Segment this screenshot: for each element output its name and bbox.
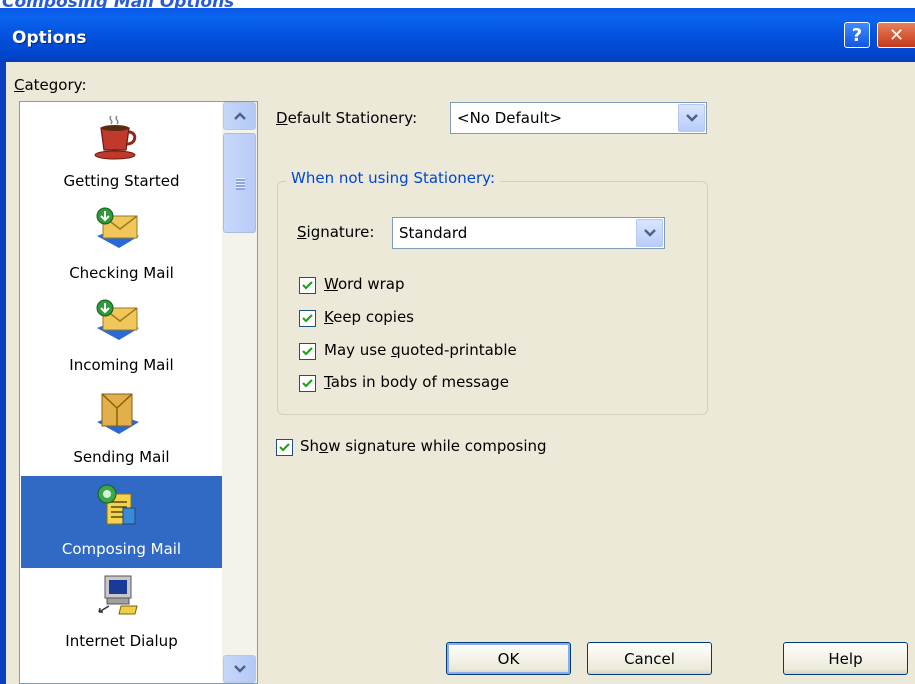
category-item-sending-mail[interactable]: Sending Mail (21, 384, 222, 476)
category-list[interactable]: Getting Started Checking Mail Incoming M… (19, 101, 258, 684)
chevron-down-icon (643, 229, 656, 237)
tabs-in-body-checkbox[interactable] (299, 375, 316, 392)
category-item-internet-dialup[interactable]: Internet Dialup (21, 568, 222, 660)
group-title: When not using Stationery: (286, 169, 501, 187)
signature-label: Signature: (297, 223, 375, 241)
stationery-dropdown-button[interactable] (678, 104, 705, 132)
default-stationery-value: <No Default> (457, 109, 563, 127)
chevron-down-icon (685, 114, 698, 122)
category-item-label: Incoming Mail (69, 356, 174, 374)
scroll-down-button[interactable] (223, 655, 256, 683)
scroll-thumb[interactable] (223, 133, 256, 233)
chevron-up-icon (233, 112, 246, 120)
category-item-label: Getting Started (63, 172, 180, 190)
sending-mail-icon (97, 393, 139, 434)
chevron-down-icon (233, 665, 246, 673)
keep-copies-label[interactable]: Keep copies (324, 308, 414, 326)
dialog-title: Options (12, 28, 87, 48)
help-button[interactable]: Help (783, 642, 908, 675)
category-item-checking-mail[interactable]: Checking Mail (21, 200, 222, 292)
composing-mail-icon (97, 484, 136, 525)
tabs-in-body-label[interactable]: Tabs in body of message (324, 373, 509, 391)
coffee-cup-icon (94, 115, 137, 160)
incoming-mail-icon (96, 299, 139, 340)
checkmark-icon (302, 281, 313, 290)
category-item-label: Sending Mail (73, 448, 170, 466)
signature-value: Standard (399, 224, 468, 242)
scroll-grip (236, 178, 245, 190)
dialog-client-area: Category: Getting Started Checking Mail … (6, 62, 915, 684)
show-signature-checkbox[interactable] (276, 439, 293, 456)
category-item-label: Internet Dialup (65, 632, 178, 650)
close-button[interactable]: ✕ (877, 22, 915, 48)
cancel-button[interactable]: Cancel (587, 642, 712, 675)
quoted-printable-label[interactable]: May use quoted-printable (324, 341, 517, 359)
word-wrap-label[interactable]: Word wrap (324, 275, 404, 293)
default-stationery-label: Default Stationery: (276, 109, 418, 127)
show-signature-label[interactable]: Show signature while composing (300, 437, 547, 455)
signature-dropdown-button[interactable] (636, 219, 663, 247)
checkmark-icon (279, 443, 290, 452)
category-item-getting-started[interactable]: Getting Started (21, 108, 222, 200)
category-item-label: Checking Mail (69, 264, 174, 282)
category-label: Category: (14, 76, 87, 94)
category-item-label: Composing Mail (61, 540, 182, 558)
signature-select[interactable]: Standard (392, 217, 665, 249)
help-title-button[interactable]: ? (844, 22, 870, 48)
internet-dialup-icon (98, 575, 138, 615)
category-scrollbar[interactable] (222, 102, 257, 683)
word-wrap-checkbox[interactable] (299, 277, 316, 294)
scroll-up-button[interactable] (223, 102, 256, 130)
category-item-incoming-mail[interactable]: Incoming Mail (21, 292, 222, 384)
check-mail-icon (96, 207, 139, 248)
checkmark-icon (302, 314, 313, 323)
keep-copies-checkbox[interactable] (299, 310, 316, 327)
title-bar[interactable]: Options ? ✕ (0, 8, 915, 62)
default-stationery-select[interactable]: <No Default> (450, 102, 707, 134)
quoted-printable-checkbox[interactable] (299, 343, 316, 360)
ok-button[interactable]: OK (446, 642, 571, 675)
checkmark-icon (302, 379, 313, 388)
category-item-composing-mail[interactable]: Composing Mail (21, 476, 222, 568)
checkmark-icon (302, 347, 313, 356)
options-dialog: Options ? ✕ Category: Getting Started Ch… (0, 8, 915, 684)
